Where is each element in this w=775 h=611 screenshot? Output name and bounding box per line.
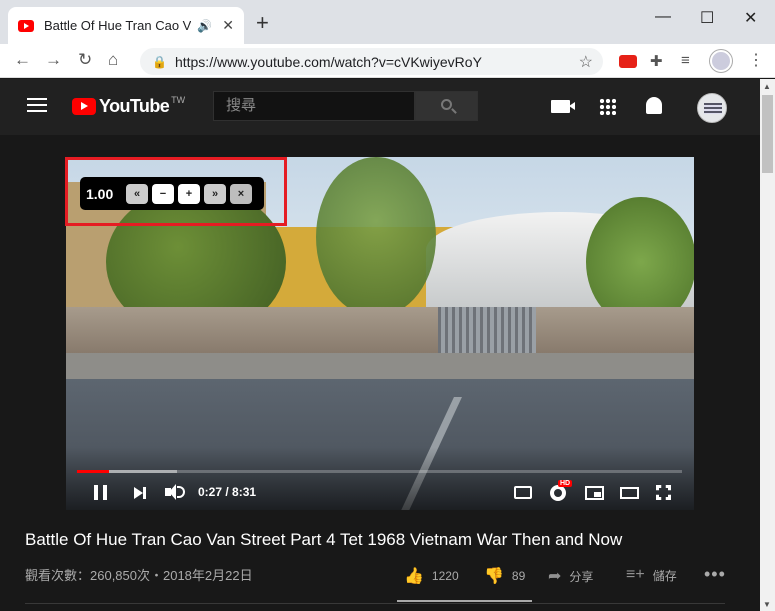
- reload-icon[interactable]: ↻: [78, 50, 92, 70]
- playback-speed-value: 1.00: [86, 185, 114, 202]
- speed-advance-button[interactable]: »: [204, 183, 226, 204]
- speed-decrease-button[interactable]: −: [152, 183, 174, 204]
- scroll-up-arrow-icon[interactable]: ▲: [763, 82, 771, 91]
- share-label: 分享: [569, 569, 594, 584]
- view-count-and-date: 觀看次數：260,850次・2018年2月22日: [25, 568, 253, 583]
- scroll-down-arrow-icon[interactable]: ▼: [763, 600, 771, 609]
- home-icon[interactable]: ⌂: [108, 50, 118, 70]
- hd-badge: HD: [558, 480, 573, 487]
- extensions-puzzle-icon[interactable]: ✚: [650, 52, 663, 70]
- youtube-wordmark: YouTube: [99, 96, 170, 116]
- scrollbar-thumb[interactable]: [762, 95, 773, 173]
- search-input[interactable]: 搜尋: [213, 91, 415, 121]
- apps-grid-icon[interactable]: [599, 98, 616, 115]
- maximize-button[interactable]: ☐: [700, 8, 714, 28]
- minimize-button[interactable]: —: [655, 8, 671, 26]
- address-bar[interactable]: 🔒 https://www.youtube.com/watch?v=cVKwiy…: [140, 48, 603, 75]
- hamburger-menu-icon[interactable]: [27, 98, 47, 112]
- notifications-bell-icon[interactable]: [646, 97, 662, 114]
- subtitles-icon[interactable]: [514, 486, 532, 499]
- dislike-button[interactable]: 👎 89: [484, 566, 525, 586]
- forward-arrow-icon[interactable]: →: [45, 50, 62, 70]
- share-button[interactable]: ➦ 分享: [548, 566, 593, 586]
- more-actions-icon[interactable]: •••: [704, 564, 726, 585]
- speed-controller[interactable]: 1.00 « − + » ×: [80, 177, 264, 210]
- save-button[interactable]: ≡+ 儲存: [626, 566, 677, 584]
- tab-close-icon[interactable]: ✕: [222, 17, 234, 34]
- search-icon: [441, 99, 452, 110]
- like-ratio-bar: [397, 600, 532, 602]
- settings-gear-icon[interactable]: [550, 485, 566, 501]
- account-avatar[interactable]: [697, 93, 727, 123]
- browser-tab[interactable]: Battle Of Hue Tran Cao Van Street Part 4…: [8, 7, 244, 44]
- divider: [25, 603, 725, 604]
- youtube-logo[interactable]: YouTube TW: [72, 94, 186, 117]
- dislike-count: 89: [511, 569, 526, 583]
- audio-playing-icon[interactable]: 🔊: [197, 19, 212, 33]
- thumbs-up-icon: 👍: [404, 568, 424, 585]
- youtube-extension-icon[interactable]: [619, 55, 637, 68]
- youtube-favicon-icon: [18, 19, 34, 32]
- speed-close-button[interactable]: ×: [230, 183, 252, 204]
- video-progress-bar[interactable]: [77, 470, 682, 473]
- lock-icon: 🔒: [152, 54, 167, 69]
- browser-menu-icon[interactable]: ⋮: [748, 50, 764, 70]
- youtube-play-logo-icon: [72, 98, 96, 115]
- create-video-icon[interactable]: [551, 100, 575, 113]
- close-window-button[interactable]: ✕: [744, 8, 757, 28]
- media-queue-icon[interactable]: ≡: [681, 52, 690, 69]
- bookmark-star-icon[interactable]: ☆: [579, 52, 593, 72]
- theater-mode-icon[interactable]: [620, 487, 639, 499]
- url-text[interactable]: https://www.youtube.com/watch?v=cVKwiyev…: [175, 54, 482, 70]
- speed-increase-button[interactable]: +: [178, 183, 200, 204]
- search-button[interactable]: [415, 91, 478, 121]
- new-tab-button[interactable]: +: [256, 12, 269, 34]
- tab-title: Battle Of Hue Tran Cao Van Street Part 4…: [43, 18, 191, 33]
- back-arrow-icon[interactable]: ←: [14, 50, 31, 70]
- share-arrow-icon: ➦: [548, 568, 562, 585]
- playlist-add-icon: ≡+: [626, 566, 645, 583]
- like-button[interactable]: 👍 1220: [404, 566, 459, 586]
- save-label: 儲存: [652, 568, 677, 583]
- browser-tab-bar: Battle Of Hue Tran Cao Van Street Part 4…: [0, 0, 775, 44]
- video-title: Battle Of Hue Tran Cao Van Street Part 4…: [25, 530, 623, 549]
- next-video-icon[interactable]: [134, 487, 146, 499]
- browser-profile-avatar[interactable]: [710, 50, 732, 72]
- miniplayer-icon[interactable]: [585, 486, 604, 500]
- played-bar: [77, 470, 110, 473]
- speed-rewind-button[interactable]: «: [126, 183, 148, 204]
- like-count: 1220: [431, 569, 459, 583]
- thumbs-down-icon: 👎: [484, 568, 504, 585]
- pause-icon[interactable]: [94, 485, 107, 500]
- region-code: TW: [171, 94, 186, 105]
- volume-icon[interactable]: [165, 484, 185, 500]
- browser-toolbar: ← → ↻ ⌂ 🔒 https://www.youtube.com/watch?…: [0, 44, 775, 78]
- youtube-header: YouTube TW 搜尋: [0, 79, 760, 135]
- time-display: 0:27 / 8:31: [198, 485, 257, 499]
